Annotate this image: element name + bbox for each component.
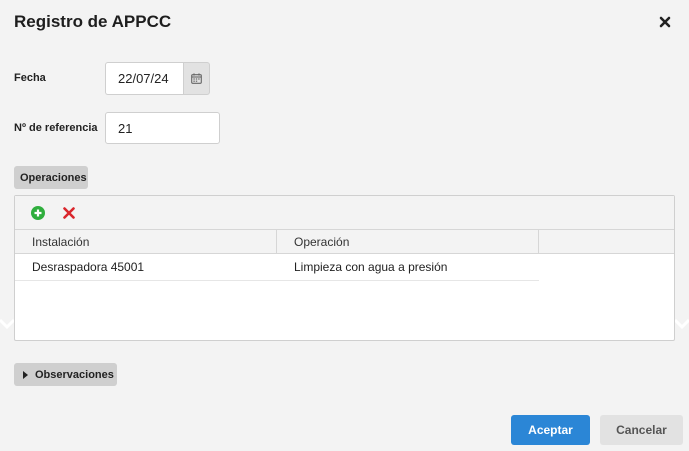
operaciones-tab-label: Operaciones bbox=[20, 171, 87, 184]
add-row-button[interactable] bbox=[30, 205, 45, 220]
chevron-down-icon bbox=[0, 318, 14, 330]
fecha-field bbox=[105, 62, 210, 95]
operaciones-grid: Instalación Operación Desraspadora 45001… bbox=[14, 195, 675, 341]
fecha-input[interactable] bbox=[105, 62, 183, 95]
fecha-label: Fecha bbox=[14, 72, 46, 84]
delete-row-button[interactable] bbox=[61, 205, 76, 220]
referencia-label: Nº de referencia bbox=[14, 122, 98, 134]
calendar-icon bbox=[191, 73, 202, 84]
add-circle-icon bbox=[30, 205, 45, 220]
grid-header: Instalación Operación bbox=[15, 229, 674, 254]
observaciones-tab-label: Observaciones bbox=[35, 368, 114, 381]
calendar-button[interactable] bbox=[183, 62, 210, 95]
column-header-empty bbox=[539, 230, 674, 253]
delete-x-icon bbox=[62, 206, 75, 219]
column-header-instalacion[interactable]: Instalación bbox=[15, 230, 277, 253]
cell-instalacion: Desraspadora 45001 bbox=[32, 260, 145, 274]
accept-button[interactable]: Aceptar bbox=[511, 415, 590, 445]
operaciones-tab: Operaciones bbox=[14, 166, 88, 189]
referencia-input[interactable] bbox=[105, 112, 220, 144]
table-row[interactable]: Desraspadora 45001 Limpieza con agua a p… bbox=[15, 254, 539, 281]
column-header-operacion[interactable]: Operación bbox=[277, 230, 539, 253]
cancel-button[interactable]: Cancelar bbox=[600, 415, 683, 445]
caret-right-icon bbox=[23, 370, 28, 379]
dialog-title: Registro de APPCC bbox=[14, 12, 172, 31]
grid-toolbar bbox=[15, 196, 674, 229]
cell-operacion: Limpieza con agua a presión bbox=[294, 260, 448, 274]
close-button[interactable] bbox=[654, 11, 676, 33]
observaciones-tab[interactable]: Observaciones bbox=[14, 363, 117, 386]
chevron-down-icon bbox=[675, 318, 689, 330]
close-icon bbox=[659, 16, 671, 28]
